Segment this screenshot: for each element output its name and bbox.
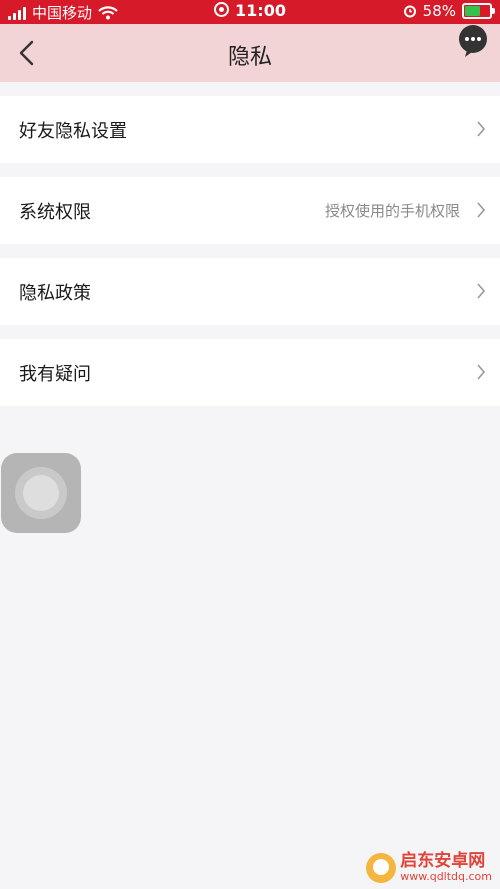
battery-icon (462, 3, 495, 19)
watermark-url: www.qdltdq.com (400, 869, 492, 883)
more-options-icon[interactable] (458, 24, 488, 58)
assistive-touch-button[interactable] (1, 453, 81, 533)
item-label: 隐私政策 (19, 282, 91, 304)
privacy-policy-item[interactable]: 隐私政策 (0, 258, 500, 325)
item-label: 系统权限 (19, 201, 91, 223)
chevron-right-icon (477, 364, 486, 380)
system-permissions-item[interactable]: 系统权限 授权使用的手机权限 (0, 177, 500, 244)
watermark-name: 启东安卓网 (400, 851, 486, 872)
chevron-right-icon (477, 121, 486, 137)
screen-record-icon (214, 2, 230, 17)
item-label: 我有疑问 (19, 363, 91, 385)
alarm-icon (403, 5, 416, 18)
time-label: 11:00 (235, 1, 286, 20)
watermark: 启东安卓网 www.qdltdq.com (366, 852, 492, 883)
battery-percent: 58% (422, 2, 456, 20)
nav-bar: 隐私 (0, 24, 500, 82)
faq-item[interactable]: 我有疑问 (0, 339, 500, 406)
chevron-right-icon (477, 283, 486, 299)
watermark-logo-icon (366, 852, 397, 883)
settings-list: 好友隐私设置 系统权限 授权使用的手机权限 隐私政策 我有疑问 (0, 96, 500, 420)
page-title: 隐私 (227, 45, 272, 70)
status-right: 58% (403, 2, 495, 20)
chevron-right-icon (477, 202, 486, 218)
status-bar: 中国移动 11:00 58% (0, 0, 500, 24)
friend-privacy-settings-item[interactable]: 好友隐私设置 (0, 96, 500, 163)
item-value: 授权使用的手机权限 (324, 202, 460, 220)
item-label: 好友隐私设置 (19, 120, 127, 142)
